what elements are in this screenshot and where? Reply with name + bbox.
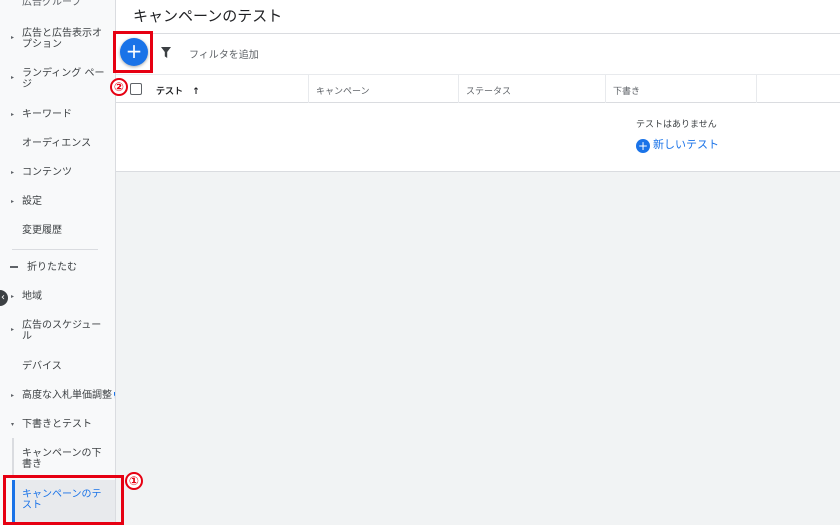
sidebar-item-label: 広告グループ [22,0,82,8]
sidebar-item-label: 折りたたむ [27,262,77,273]
column-divider [756,75,757,103]
sidebar-item-label: 下書きとテスト [22,419,92,430]
sidebar-item-label: 変更履歴 [22,225,62,236]
sidebar-item-label: ランディング ページ [22,68,105,90]
sort-arrow-icon: ↑ [192,87,200,97]
sidebar-item-label: オーディエンス [22,138,92,149]
expand-arrow-icon: ▸ [11,169,15,176]
expand-arrow-icon: ▸ [11,34,15,41]
main-content: キャンペーンのテスト + フィルタを追加 テスト ↑ キャンペーン ステータス … [116,0,840,525]
table-header: テスト ↑ キャンペーン ステータス 下書き [116,75,840,103]
sidebar-item-label: キャンペーンの下書き [22,448,102,470]
column-header-status[interactable]: ステータス [466,84,511,97]
expand-arrow-icon: ▸ [11,293,15,300]
expand-arrow-icon: ▸ [11,111,15,118]
new-test-link[interactable]: + 新しいテスト [636,136,719,153]
column-header-draft[interactable]: 下書き [613,84,640,97]
content-background [116,172,840,525]
sidebar-item-label: 広告と広告表示オプション [22,28,102,50]
step-marker-2: ② [110,78,128,96]
column-divider [308,75,309,103]
highlight-box-add [113,31,153,73]
column-header-label: テスト [156,87,184,97]
tree-line [12,438,14,476]
sidebar-item-label: キーワード [22,109,72,120]
divider [12,249,98,250]
expand-arrow-icon: ▸ [11,392,15,399]
expand-arrow-icon: ▸ [11,74,15,81]
expand-arrow-icon: ▸ [11,198,15,205]
expanded-arrow-icon: ▾ [11,421,15,428]
empty-state [116,103,840,172]
sidebar-item-label: デバイス [22,361,62,372]
column-header-test[interactable]: テスト ↑ [156,84,200,97]
highlight-box-experiments [3,475,124,525]
page-title: キャンペーンのテスト [133,7,283,25]
new-test-label: 新しいテスト [653,138,719,151]
add-circle-icon: + [636,139,650,153]
sidebar-item-label: コンテンツ [22,167,72,178]
back-arrow-icon[interactable]: ‹ [0,290,8,306]
column-header-campaign[interactable]: キャンペーン [316,84,370,97]
collapse-icon [10,266,18,268]
add-filter-input[interactable]: フィルタを追加 [189,46,259,61]
sidebar-item-label: 広告のスケジュール [22,320,102,342]
divider [116,33,840,34]
empty-message: テストはありません [636,120,717,130]
step-marker-1: ① [125,472,143,490]
sidebar-item-label: 高度な入札単価調整 [22,390,115,401]
sidebar-item-label: 地域 [22,291,42,302]
column-divider [605,75,606,103]
sidebar-nav: 広告グループ ▸ 広告と広告表示オプション ▸ ランディング ページ ▸ キーワ… [0,0,116,525]
sidebar-item-label: 設定 [22,196,42,207]
filter-icon[interactable] [161,47,171,58]
select-all-checkbox[interactable] [130,83,142,95]
column-divider [458,75,459,103]
expand-arrow-icon: ▸ [11,326,15,333]
